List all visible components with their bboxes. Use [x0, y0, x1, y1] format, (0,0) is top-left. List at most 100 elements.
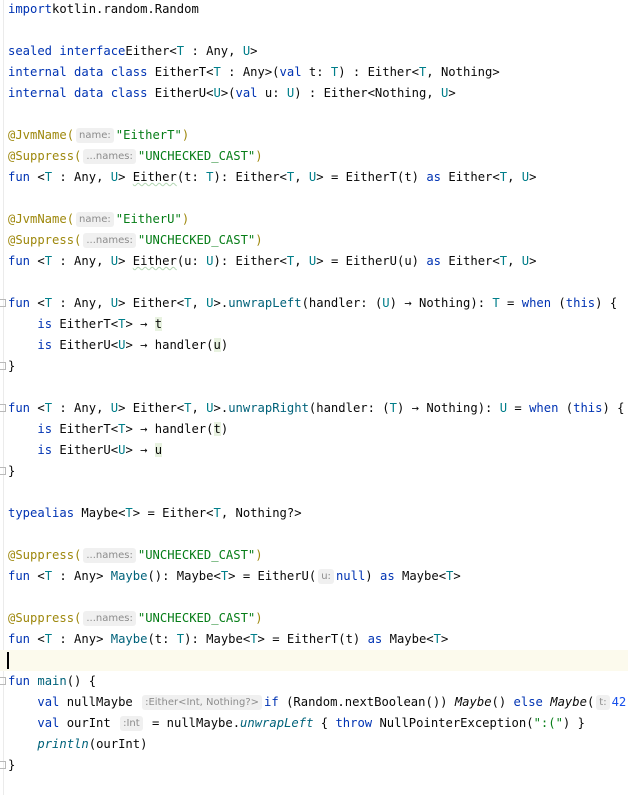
code-text: fun <T : Any, U> Either(u: U): Either<T,…: [8, 251, 536, 272]
code-token: "UNCHECKED_CAST": [137, 611, 256, 625]
code-token: T: [213, 65, 221, 79]
code-token: : Any>: [52, 632, 111, 646]
code-token: : Any,: [52, 254, 111, 268]
code-token: 42: [611, 695, 627, 709]
code-token: EitherU<: [147, 86, 214, 100]
code-token: >.: [213, 296, 229, 310]
code-token: unwrapLeft: [228, 296, 302, 310]
code-token: nullMaybe: [59, 695, 141, 709]
code-token: ,: [191, 296, 207, 310]
code-token: is: [37, 422, 53, 436]
code-line[interactable]: fun <T : Any, U> Either(u: U): Either<T,…: [0, 251, 628, 272]
code-line[interactable]: [0, 20, 628, 41]
code-token: (: [551, 296, 566, 310]
code-token: as: [426, 170, 442, 184]
code-token: "EitherT": [115, 128, 182, 142]
code-token: T: [44, 296, 53, 310]
code-line[interactable]: importkotlin.random.Random: [0, 0, 628, 20]
fold-marker-icon[interactable]: [0, 677, 6, 685]
code-line[interactable]: [0, 650, 628, 671]
code-token: if: [264, 695, 279, 709]
code-line[interactable]: [0, 377, 628, 398]
code-line[interactable]: typealias Maybe<T> = Either<T, Nothing?>: [0, 503, 628, 524]
code-line[interactable]: [0, 104, 628, 125]
code-token: U: [110, 254, 119, 268]
code-line[interactable]: fun <T : Any> Maybe(t: T): Maybe<T> = Ei…: [0, 629, 628, 650]
code-token: U: [382, 296, 390, 310]
code-line[interactable]: val ourInt :Int = nullMaybe.unwrapLeft {…: [0, 713, 628, 734]
code-line[interactable]: @Suppress(...names: "UNCHECKED_CAST"): [0, 146, 628, 167]
code-line[interactable]: is EitherU<U> → handler(u): [0, 335, 628, 356]
code-token: (: [558, 401, 574, 415]
code-text: }: [8, 755, 15, 776]
code-line[interactable]: [0, 272, 628, 293]
code-line[interactable]: fun <T : Any> Maybe(): Maybe<T> = Either…: [0, 566, 628, 587]
code-line[interactable]: }: [0, 755, 628, 776]
code-token: Either<: [441, 170, 500, 184]
code-token: (): Maybe<: [147, 569, 221, 583]
code-line[interactable]: @JvmName(name: "EitherT"): [0, 125, 628, 146]
fold-marker-icon[interactable]: [0, 467, 6, 475]
code-line[interactable]: @Suppress(...names: "UNCHECKED_CAST"): [0, 545, 628, 566]
code-token: NullPointerException(: [372, 716, 534, 730]
code-line[interactable]: }: [0, 356, 628, 377]
code-line[interactable]: [0, 587, 628, 608]
code-line[interactable]: sealed interfaceEither<T : Any, U>: [0, 41, 628, 62]
code-token: >: [529, 170, 537, 184]
code-token: u:: [257, 86, 287, 100]
code-token: : Any,: [52, 401, 111, 415]
code-text: @JvmName(name: "EitherU"): [8, 209, 189, 230]
code-token: ): [181, 128, 190, 142]
code-token: : Any,: [184, 44, 243, 58]
code-token: Maybe<: [394, 569, 447, 583]
code-token: (): [491, 695, 514, 709]
code-text: is EitherU<U> → u: [8, 440, 163, 461]
code-line[interactable]: fun <T : Any, U> Either<T, U>.unwrapRigh…: [0, 398, 628, 419]
code-token: (ourInt): [88, 737, 148, 751]
code-token: ) → Nothing):: [396, 401, 500, 415]
code-text: is EitherT<T> → handler(t): [8, 419, 228, 440]
code-line[interactable]: is EitherU<U> → u: [0, 440, 628, 461]
code-line[interactable]: [0, 524, 628, 545]
code-line[interactable]: val nullMaybe :Either<Int, Nothing?> if (…: [0, 692, 628, 713]
inlay-hint: ...names:: [83, 611, 136, 626]
fold-marker-icon[interactable]: [0, 362, 6, 370]
code-text: fun <T : Any> Maybe(t: T): Maybe<T> = Ei…: [8, 629, 448, 650]
code-line[interactable]: [0, 482, 628, 503]
code-token: Maybe<: [382, 632, 434, 646]
code-line[interactable]: @Suppress(...names: "UNCHECKED_CAST"): [0, 608, 628, 629]
fold-marker-icon[interactable]: [0, 761, 6, 769]
code-token: =: [499, 296, 522, 310]
code-token: > = Either<: [132, 506, 214, 520]
fold-marker-icon[interactable]: [0, 404, 6, 412]
code-line[interactable]: @JvmName(name: "EitherU"): [0, 209, 628, 230]
code-line[interactable]: internal data class EitherT<T : Any>(val…: [0, 62, 628, 83]
code-text: println(ourInt): [8, 734, 147, 755]
code-text: @Suppress(...names: "UNCHECKED_CAST"): [8, 146, 263, 167]
fold-marker-icon[interactable]: [0, 299, 6, 307]
code-token: }: [8, 359, 16, 373]
code-editor[interactable]: importkotlin.random.Random sealed interfa…: [0, 0, 628, 795]
code-token: fun: [8, 401, 31, 415]
code-token: Maybe<: [74, 506, 126, 520]
code-line[interactable]: is EitherT<T> → handler(t): [0, 419, 628, 440]
code-line[interactable]: is EitherT<T> → t: [0, 314, 628, 335]
code-line[interactable]: @Suppress(...names: "UNCHECKED_CAST"): [0, 230, 628, 251]
code-line[interactable]: fun main() {: [0, 671, 628, 692]
code-line[interactable]: [0, 188, 628, 209]
code-line[interactable]: internal data class EitherU<U>(val u: U)…: [0, 83, 628, 104]
code-line[interactable]: fun <T : Any, U> Either(t: T): Either<T,…: [0, 167, 628, 188]
inlay-hint: ...names:: [83, 233, 136, 248]
code-token: Either: [132, 254, 177, 268]
code-token: : Any>: [52, 569, 111, 583]
code-token: as: [379, 569, 395, 583]
code-line[interactable]: fun <T : Any, U> Either<T, U>.unwrapLeft…: [0, 293, 628, 314]
code-token: ) : Either<Nothing,: [294, 86, 441, 100]
code-line[interactable]: }: [0, 461, 628, 482]
code-token: (t:: [176, 170, 207, 184]
code-line[interactable]: println(ourInt): [0, 734, 628, 755]
inlay-hint: :Either<Int, Nothing?>: [142, 695, 263, 710]
